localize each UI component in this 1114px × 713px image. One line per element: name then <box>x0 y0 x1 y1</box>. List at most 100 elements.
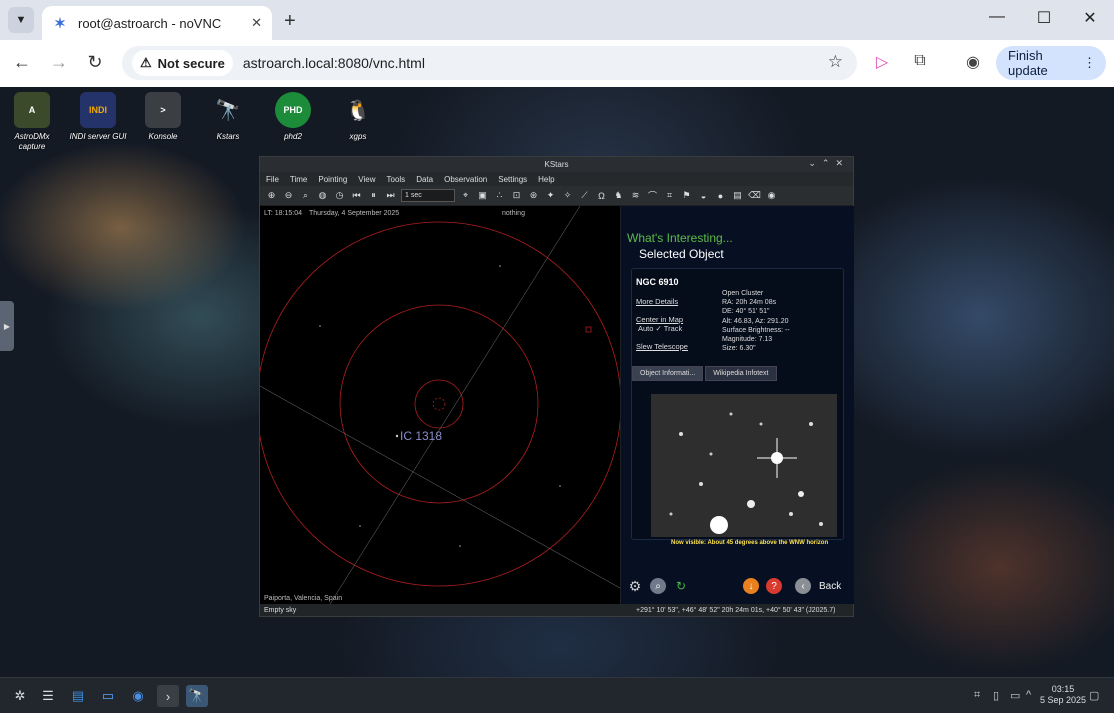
circle-icon[interactable]: ● <box>714 189 727 202</box>
time-step-spinbox[interactable]: 1 sec <box>401 189 455 202</box>
novnc-sidebar-handle[interactable]: ▶ <box>0 301 14 351</box>
close-tab-icon[interactable]: ✕ <box>251 15 262 31</box>
kstars-titlebar[interactable]: KStars ⌄⌃✕ <box>260 157 853 172</box>
menu-file[interactable]: File <box>266 175 279 184</box>
new-tab-button[interactable]: + <box>284 10 296 33</box>
kstars-task-icon[interactable]: 🔭 <box>186 685 208 707</box>
app-launcher-icon[interactable]: ✲ <box>9 685 31 707</box>
finish-update-button[interactable]: Finish update ⋮ <box>996 46 1106 80</box>
menu-data[interactable]: Data <box>416 175 433 184</box>
star-icon[interactable]: ✦ <box>544 189 557 202</box>
pause-icon[interactable]: ⏸ <box>367 189 380 202</box>
reload-icon[interactable]: ↻ <box>83 52 107 73</box>
horizon-icon[interactable]: ⌒ <box>646 189 659 202</box>
download-icon[interactable]: ↓ <box>743 578 759 594</box>
desktop-icon-indi[interactable]: INDI INDI server GUI <box>66 92 130 142</box>
desktop-icon-kstars[interactable]: 🔭 Kstars <box>196 92 260 142</box>
url-text[interactable]: astroarch.local:8080/vnc.html <box>243 55 425 71</box>
more-details-link[interactable]: More Details <box>636 297 688 306</box>
flags-icon[interactable]: ⚑ <box>680 189 693 202</box>
finish-update-label: Finish update <box>1008 48 1048 78</box>
skip-forward-icon[interactable]: ⏭ <box>384 189 397 202</box>
solar-system-icon[interactable]: ⊛ <box>527 189 540 202</box>
tab-search-button[interactable]: ▼ <box>8 7 34 33</box>
show-desktop-icon[interactable]: ▢ <box>1089 689 1099 702</box>
menu-help[interactable]: Help <box>538 175 554 184</box>
security-chip[interactable]: ⚠ Not secure <box>132 50 233 76</box>
desktop-icon-xgps[interactable]: 🐧 xgps <box>326 92 390 142</box>
clock-icon[interactable]: ◷ <box>333 189 346 202</box>
center-in-map-link[interactable]: Center in Map <box>636 315 688 324</box>
menu-pointing[interactable]: Pointing <box>318 175 347 184</box>
gear-icon[interactable]: ⚙ <box>627 578 643 594</box>
status-object: Empty sky <box>264 606 297 614</box>
refresh-icon[interactable]: ↻ <box>673 578 689 594</box>
desktop-icon-konsole[interactable]: > Konsole <box>131 92 195 142</box>
track-checkbox[interactable]: ✓ <box>656 324 662 333</box>
warning-icon: ⚠ <box>140 55 152 70</box>
object-size: Size: 6.30" <box>722 345 756 353</box>
tab-wikipedia-infotext[interactable]: Wikipedia Infotext <box>705 366 777 381</box>
deep-sky-icon[interactable]: ⊡ <box>510 189 523 202</box>
crosshair-icon[interactable]: ⌖ <box>459 189 472 202</box>
clock[interactable]: 03:15 5 Sep 2025 <box>1040 684 1086 706</box>
profile-icon[interactable]: ◉ <box>961 52 985 72</box>
globe-icon[interactable]: ◍ <box>316 189 329 202</box>
kstars-window-controls[interactable]: ⌄⌃✕ <box>808 158 849 169</box>
document-icon[interactable]: ▤ <box>731 189 744 202</box>
network-icon[interactable]: ⌗ <box>974 689 980 702</box>
eye-icon[interactable]: ◉ <box>765 189 778 202</box>
menu-observation[interactable]: Observation <box>444 175 487 184</box>
grid-icon[interactable]: ⌗ <box>663 189 676 202</box>
media-cast-icon[interactable]: ▷ <box>870 52 894 72</box>
file-manager-icon[interactable]: ▭ <box>97 685 119 707</box>
clipboard-icon[interactable]: ▯ <box>993 689 999 702</box>
sky-map[interactable]: LT: 18:15:04 Thursday, 4 September 2025 … <box>260 206 620 604</box>
back-button[interactable]: Back <box>819 581 841 592</box>
bookmark-star-icon[interactable]: ☆ <box>828 52 843 72</box>
settings-sliders-icon[interactable]: ☰ <box>37 685 59 707</box>
menu-tools[interactable]: Tools <box>387 175 406 184</box>
sky-map-canvas <box>260 206 620 604</box>
maximize-button[interactable]: ☐ <box>1029 8 1059 28</box>
skip-back-icon[interactable]: ⏮ <box>350 189 363 202</box>
desktop-icon-phd2[interactable]: PHD phd2 <box>261 92 325 142</box>
kstars-window-title: KStars <box>544 160 569 169</box>
zoom-out-icon[interactable]: ⊖ <box>282 189 295 202</box>
art-icon[interactable]: ♞ <box>612 189 625 202</box>
constellation-names-icon[interactable]: Ω <box>595 189 608 202</box>
menu-view[interactable]: View <box>358 175 375 184</box>
satellite-icon[interactable]: ✧ <box>561 189 574 202</box>
extensions-icon[interactable]: ⧉ <box>908 52 932 70</box>
object-type: Open Cluster <box>722 290 764 297</box>
store-icon[interactable]: ▤ <box>67 685 89 707</box>
tray-expand-icon[interactable]: ^ <box>1026 689 1031 701</box>
more-menu-icon[interactable]: ⋮ <box>1083 55 1096 71</box>
menu-time[interactable]: Time <box>290 175 307 184</box>
trash-icon[interactable]: ⌫ <box>748 189 761 202</box>
slew-telescope-link[interactable]: Slew Telescope <box>636 342 688 351</box>
zoom-in-icon[interactable]: ⊕ <box>265 189 278 202</box>
search-icon[interactable]: ⌕ <box>299 189 312 202</box>
back-icon[interactable]: ← <box>10 52 34 73</box>
ground-icon[interactable]: ◒ <box>697 189 710 202</box>
menu-settings[interactable]: Settings <box>498 175 527 184</box>
milky-way-icon[interactable]: ≋ <box>629 189 642 202</box>
display-icon[interactable]: ▭ <box>1010 689 1020 702</box>
minimize-button[interactable]: — <box>982 8 1012 26</box>
constellation-lines-icon[interactable]: ⟋ <box>578 189 591 202</box>
forward-icon[interactable]: → <box>47 52 71 73</box>
search-icon[interactable]: ⌕ <box>650 578 666 594</box>
image-icon[interactable]: ▣ <box>476 189 489 202</box>
stars-icon[interactable]: ∴ <box>493 189 506 202</box>
browser-tab[interactable]: ✶ root@astroarch - noVNC ✕ <box>42 6 272 40</box>
help-icon[interactable]: ? <box>766 578 782 594</box>
back-arrow-icon[interactable]: ‹ <box>795 578 811 594</box>
tab-object-information[interactable]: Object Informati... <box>632 366 704 381</box>
terminal-icon[interactable]: › <box>157 685 179 707</box>
chromium-icon[interactable]: ◉ <box>127 685 149 707</box>
address-bar[interactable]: ⚠ Not secure astroarch.local:8080/vnc.ht… <box>122 46 857 80</box>
close-window-button[interactable]: ✕ <box>1075 8 1105 28</box>
sky-label-ic1318[interactable]: IC 1318 <box>400 429 442 443</box>
desktop-icon-astrodmx[interactable]: A AstroDMx capture <box>0 92 64 152</box>
